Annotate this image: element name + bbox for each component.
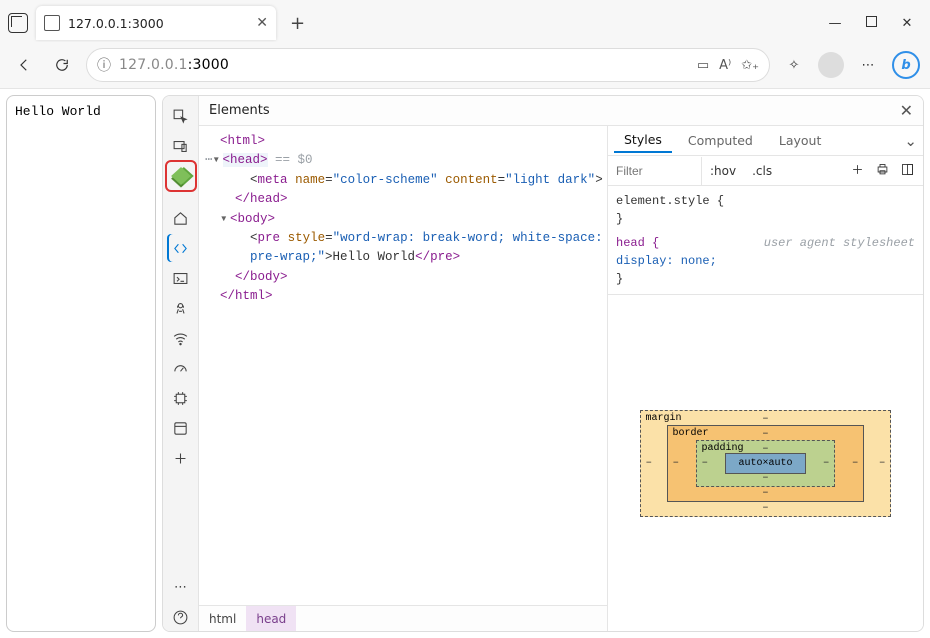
memory-icon[interactable] xyxy=(167,384,195,412)
styles-tabs: Styles Computed Layout ⌄ xyxy=(608,126,923,156)
app-mode-icon[interactable]: ▭ xyxy=(697,58,709,73)
tab-computed[interactable]: Computed xyxy=(678,129,763,152)
close-button[interactable]: ✕ xyxy=(898,16,916,31)
back-button[interactable] xyxy=(10,51,38,79)
profile-avatar[interactable] xyxy=(818,52,844,78)
minimize-button[interactable]: — xyxy=(826,16,844,31)
inspect-element-icon[interactable] xyxy=(167,102,195,130)
tab-close-button[interactable]: ✕ xyxy=(256,15,268,31)
tab-strip: 127.0.0.1:3000 ✕ + xyxy=(8,6,814,40)
computed-toggle-icon[interactable] xyxy=(900,162,915,180)
style-rules[interactable]: element.style { } head {user agent style… xyxy=(608,186,923,295)
favicon-icon xyxy=(44,15,60,31)
devtools-sidebar: ⋯ xyxy=(163,96,199,631)
new-style-rule-icon[interactable] xyxy=(850,162,865,180)
site-info-icon[interactable]: ⓘ xyxy=(97,55,111,75)
sources-icon[interactable] xyxy=(167,294,195,322)
more-menu-button[interactable]: ⋯ xyxy=(854,51,882,79)
console-icon[interactable] xyxy=(167,264,195,292)
elements-panel: <html> ⋯▾<head> == $0 <meta name="color-… xyxy=(199,126,608,631)
browser-tab[interactable]: 127.0.0.1:3000 ✕ xyxy=(36,6,276,40)
application-icon[interactable] xyxy=(167,414,195,442)
new-tab-button[interactable]: + xyxy=(284,13,311,34)
bing-chat-icon[interactable]: b xyxy=(892,51,920,79)
box-model[interactable]: margin –––– border –––– padding –––– aut… xyxy=(608,295,923,631)
panel-title: Elements xyxy=(209,103,270,118)
styles-filter-row: :hov .cls xyxy=(608,156,923,186)
address-bar[interactable]: ⓘ 127.0.0.1:3000 ▭ A⁾ ✩₊ xyxy=(86,48,770,82)
devtools-main: Elements ✕ <html> ⋯▾<head> == $0 <meta n… xyxy=(199,96,923,631)
tab-layout[interactable]: Layout xyxy=(769,129,832,152)
3d-view-icon[interactable] xyxy=(167,162,195,190)
read-aloud-icon[interactable]: A⁾ xyxy=(719,58,731,73)
network-icon[interactable] xyxy=(167,324,195,352)
hov-toggle[interactable]: :hov xyxy=(702,164,744,178)
tab-styles[interactable]: Styles xyxy=(614,128,672,153)
settings-menu-icon[interactable]: ⋯ xyxy=(167,573,195,601)
print-media-icon[interactable] xyxy=(875,162,890,180)
styles-more-icon[interactable]: ⌄ xyxy=(904,132,917,150)
panel-header: Elements ✕ xyxy=(199,96,923,126)
devtools: ⋯ Elements ✕ <html> ⋯▾<head> == $0 <meta… xyxy=(162,95,924,632)
url-text: 127.0.0.1:3000 xyxy=(119,57,229,73)
styles-filter-input[interactable] xyxy=(608,157,702,185)
maximize-button[interactable] xyxy=(862,16,880,31)
addr-right: ▭ A⁾ ✩₊ xyxy=(697,58,759,73)
breadcrumb-html[interactable]: html xyxy=(199,606,246,631)
page-text: Hello World xyxy=(15,104,101,119)
device-toolbar-icon[interactable] xyxy=(167,132,195,160)
welcome-icon[interactable] xyxy=(167,204,195,232)
titlebar: 127.0.0.1:3000 ✕ + — ✕ xyxy=(0,0,930,42)
rendered-page: Hello World xyxy=(6,95,156,632)
refresh-button[interactable] xyxy=(48,51,76,79)
content-area: Hello World ⋯ Elements ✕ xyxy=(0,88,930,638)
tab-title: 127.0.0.1:3000 xyxy=(68,16,248,31)
more-tools-icon[interactable] xyxy=(167,444,195,472)
collections-icon[interactable]: ✧ xyxy=(780,51,808,79)
favorites-icon[interactable]: ✩₊ xyxy=(741,58,759,73)
dom-tree[interactable]: <html> ⋯▾<head> == $0 <meta name="color-… xyxy=(199,126,607,605)
styles-panel: Styles Computed Layout ⌄ :hov .cls xyxy=(608,126,923,631)
performance-icon[interactable] xyxy=(167,354,195,382)
breadcrumb: html head xyxy=(199,605,607,631)
elements-icon[interactable] xyxy=(167,234,195,262)
cls-toggle[interactable]: .cls xyxy=(744,164,780,178)
toolbar: ⓘ 127.0.0.1:3000 ▭ A⁾ ✩₊ ✧ ⋯ b xyxy=(0,42,930,88)
breadcrumb-head[interactable]: head xyxy=(246,606,296,631)
devtools-close-button[interactable]: ✕ xyxy=(900,101,913,120)
window-controls: — ✕ xyxy=(826,16,916,31)
help-icon[interactable] xyxy=(167,603,195,631)
app-icon[interactable] xyxy=(8,13,28,33)
